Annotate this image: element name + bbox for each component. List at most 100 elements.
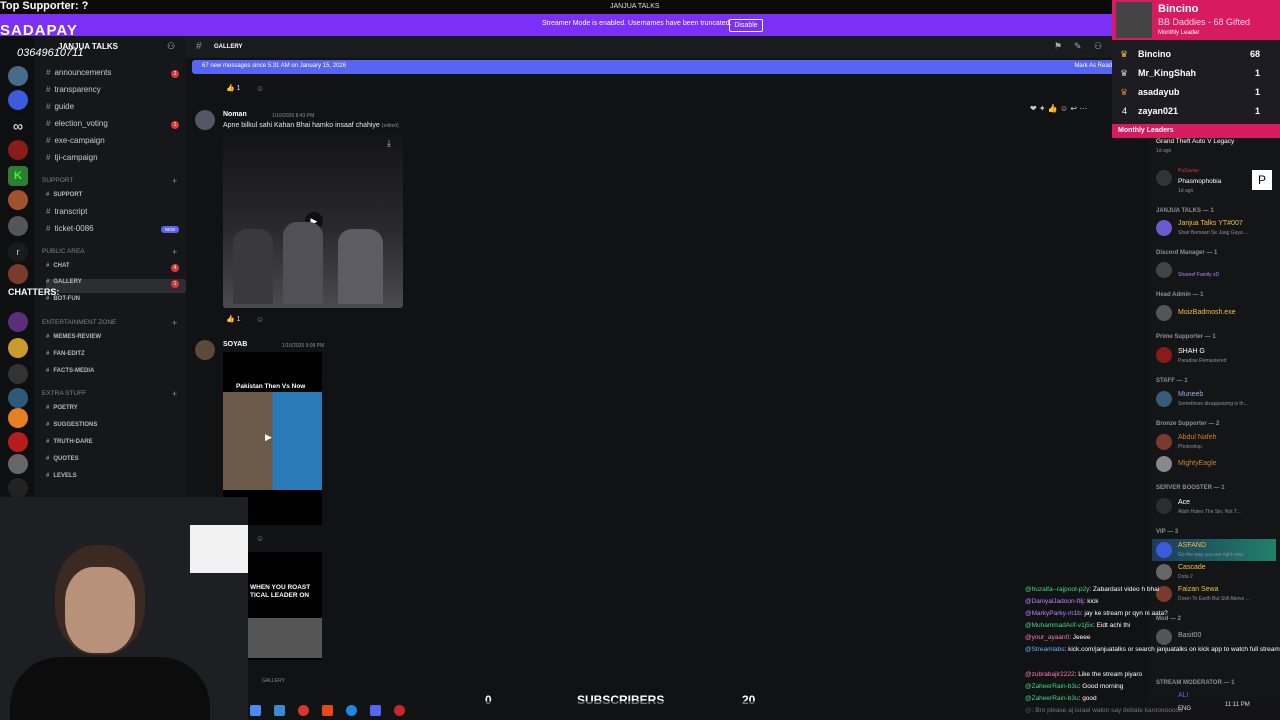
category-support[interactable]: SUPPORT <box>42 177 182 191</box>
member-avatar[interactable] <box>1156 305 1172 321</box>
category-public-area[interactable]: PUBLIC AREA <box>42 248 182 262</box>
add-channel-icon[interactable]: + <box>172 318 177 328</box>
server-icon[interactable] <box>8 66 28 86</box>
reaction-thumbs-up[interactable]: 👍 1 <box>226 315 241 326</box>
channel-support[interactable]: # SUPPORT <box>46 192 186 206</box>
channel-levels[interactable]: # LEVELS <box>46 473 186 487</box>
category-extra-stuff[interactable]: EXTRA STUFF <box>42 390 182 404</box>
member-name[interactable]: Basit00 <box>1178 632 1201 639</box>
category-entertainment[interactable]: ENTERTAINMENT ZONE <box>42 319 182 333</box>
server-icon[interactable] <box>8 338 28 358</box>
member-name[interactable]: ASFAND <box>1178 542 1206 549</box>
server-icon[interactable] <box>8 190 28 210</box>
add-reaction-icon[interactable]: ☺ <box>256 84 264 93</box>
channel-truth-dare[interactable]: # TRUTH-DARE <box>46 439 186 453</box>
member-avatar[interactable] <box>1156 629 1172 645</box>
message-author[interactable]: SOYAB <box>223 341 247 348</box>
channel-transparency[interactable]: # transparency <box>46 85 186 99</box>
edge-icon[interactable] <box>346 705 357 716</box>
browser-icon[interactable] <box>274 705 285 716</box>
server-icon[interactable] <box>8 432 28 452</box>
add-member-icon[interactable]: ⚇ <box>167 41 175 52</box>
channel-gallery[interactable]: # GALLERY <box>46 279 186 293</box>
member-avatar[interactable] <box>1156 434 1172 450</box>
member-name[interactable]: SHAH G <box>1178 348 1205 355</box>
avatar[interactable] <box>195 340 215 360</box>
avatar[interactable] <box>195 110 215 130</box>
server-icon[interactable] <box>8 478 28 498</box>
member-avatar[interactable] <box>1156 542 1172 558</box>
server-icon[interactable] <box>8 90 28 110</box>
server-icon[interactable] <box>8 140 28 160</box>
app-icon[interactable] <box>394 705 405 716</box>
channel-guide[interactable]: # guide <box>46 102 186 116</box>
server-icon[interactable] <box>8 454 28 474</box>
server-icon[interactable] <box>8 264 28 284</box>
member-name[interactable]: PuZavian <box>1178 168 1199 174</box>
channel-facts-media[interactable]: # FACTS-MEDIA <box>46 368 186 382</box>
add-reaction-icon[interactable]: ☺ <box>256 315 264 324</box>
new-messages-bar[interactable]: 67 new messages since 5:31 AM on January… <box>192 60 1116 74</box>
add-channel-icon[interactable]: + <box>172 389 177 399</box>
video-thumbnail <box>223 392 322 490</box>
member-name[interactable]: Abdul Nafeh <box>1178 434 1217 441</box>
channel-suggestions[interactable]: # SUGGESTIONS <box>46 422 186 436</box>
mark-as-read-button[interactable]: Mark As Read <box>1074 63 1112 69</box>
app-icon[interactable] <box>298 705 309 716</box>
member-avatar[interactable] <box>1156 456 1172 472</box>
server-icon[interactable]: r <box>8 242 28 262</box>
server-icon[interactable] <box>8 364 28 384</box>
member-avatar[interactable] <box>1156 347 1172 363</box>
channel-poetry[interactable]: # POETRY <box>46 405 186 419</box>
channel-transcript[interactable]: # transcript <box>46 207 186 221</box>
add-channel-icon[interactable]: + <box>172 176 177 186</box>
channel-exe-campaign[interactable]: # exe-campaign <box>46 136 186 150</box>
message-actions[interactable]: ❤ ✦ 👍 ☺ ↩ ⋯ <box>1030 104 1087 113</box>
members-icon[interactable]: ⚇ <box>1094 41 1102 52</box>
channel-bot-fun[interactable]: # BOT-FUN <box>46 296 186 310</box>
member-avatar[interactable] <box>1156 170 1172 186</box>
member-name[interactable]: Muneeb <box>1178 391 1203 398</box>
play-icon[interactable]: ▶ <box>265 432 272 443</box>
member-name[interactable]: Faizan Sewa <box>1178 586 1218 593</box>
threads-icon[interactable]: ⚑ <box>1054 41 1062 52</box>
server-icon[interactable] <box>8 408 28 428</box>
member-avatar[interactable] <box>1156 564 1172 580</box>
infinity-icon[interactable]: ∞ <box>8 116 28 136</box>
member-name[interactable]: Ace <box>1178 499 1190 506</box>
channel-announcements[interactable]: # announcements <box>46 68 186 82</box>
channel-quotes[interactable]: # QUOTES <box>46 456 186 470</box>
member-name[interactable]: ALI <box>1178 692 1189 699</box>
add-channel-icon[interactable]: + <box>172 247 177 257</box>
member-name[interactable]: MightyEagle <box>1178 460 1217 467</box>
channel-memes-review[interactable]: # MEMES-REVIEW <box>46 334 186 348</box>
member-avatar[interactable] <box>1156 498 1172 514</box>
meme-attachment[interactable]: WHEN YOU ROAST TICAL LEADER ON <box>248 552 322 660</box>
add-reaction-icon[interactable]: ☺ <box>256 534 264 543</box>
channel-tji-campaign[interactable]: # tji-campaign <box>46 153 186 167</box>
disable-streamer-mode-button[interactable]: Disable <box>729 19 763 32</box>
brave-icon[interactable] <box>322 705 333 716</box>
member-avatar[interactable] <box>1156 262 1172 278</box>
video-attachment[interactable]: ▶ ⤓ <box>223 134 403 308</box>
member-name[interactable]: Cascade <box>1178 564 1206 571</box>
start-icon[interactable] <box>250 705 261 716</box>
server-icon[interactable] <box>8 388 28 408</box>
pin-icon[interactable]: ✎ <box>1074 41 1082 52</box>
channel-fan-editz[interactable]: # FAN-EDITZ <box>46 351 186 365</box>
server-icon[interactable] <box>8 216 28 236</box>
message-author[interactable]: Noman <box>223 111 247 118</box>
member-name[interactable]: MoizBadmosh.exe <box>1178 309 1236 316</box>
channel-election-voting[interactable]: # election_voting <box>46 119 186 133</box>
channel-chat[interactable]: # CHAT <box>46 263 186 277</box>
download-icon[interactable]: ⤓ <box>387 138 391 149</box>
language-indicator[interactable]: ENG <box>1178 706 1191 712</box>
member-name[interactable]: Janjua Talks YT#007 <box>1178 220 1243 227</box>
member-avatar[interactable] <box>1156 220 1172 236</box>
reaction-thumbs-up[interactable]: 👍 1 <box>226 84 241 95</box>
kick-icon[interactable]: K <box>8 166 28 186</box>
member-avatar[interactable] <box>1156 391 1172 407</box>
server-icon[interactable] <box>8 312 28 332</box>
clock[interactable]: 11:11 PM <box>1225 702 1250 708</box>
discord-icon[interactable] <box>370 705 381 716</box>
